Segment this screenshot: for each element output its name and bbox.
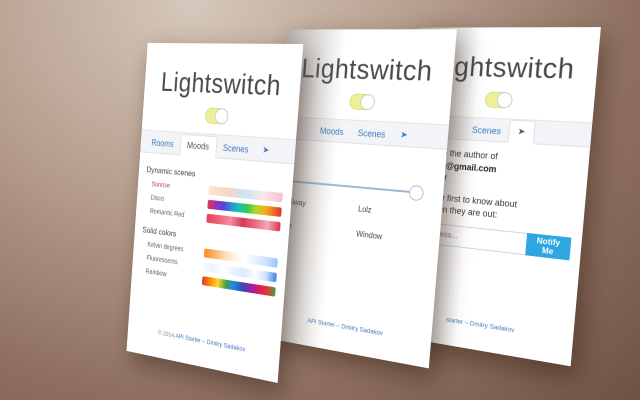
toggle-knob[interactable] xyxy=(214,107,229,125)
mood-label: Romantic Red xyxy=(149,208,185,219)
room-list: Hallway Lolz ...or Window xyxy=(280,197,432,247)
app-title: Lightswitch xyxy=(300,52,434,87)
tab-moods[interactable]: Moods xyxy=(179,133,218,159)
mood-label: Rainbow xyxy=(145,268,167,279)
footer: API Starter – Dmitry Sadakov xyxy=(265,310,431,345)
slider-track[interactable] xyxy=(283,179,414,194)
power-toggle[interactable] xyxy=(204,107,229,125)
mood-label: Kelvin degrees xyxy=(147,241,184,254)
room-item[interactable]: Lolz xyxy=(358,204,432,221)
mood-label: Disco xyxy=(150,194,165,203)
mood-label: Sunrise xyxy=(151,181,171,190)
paper-plane-icon[interactable]: ➤ xyxy=(255,139,277,162)
notify-button[interactable]: Notify Me xyxy=(525,232,572,261)
footer-link[interactable]: API Starter – Dmitry Sadakov xyxy=(175,333,245,354)
tab-rooms[interactable]: Rooms xyxy=(145,133,181,155)
moods-content: Dynamic scenes Sunrise Disco Romantic Re… xyxy=(131,152,294,311)
color-swatch[interactable] xyxy=(206,213,281,232)
brightness-slider[interactable] xyxy=(283,174,433,202)
room-item[interactable]: Window xyxy=(356,229,430,247)
power-toggle[interactable] xyxy=(348,93,376,111)
toggle-knob[interactable] xyxy=(496,91,514,109)
app-title: Lightswitch xyxy=(160,66,283,102)
footer-link[interactable]: starter – Dmitry Sadakov xyxy=(446,317,515,335)
room-item[interactable]: ...or xyxy=(280,221,347,238)
tab-scenes[interactable]: Scenes xyxy=(350,123,394,146)
power-toggle[interactable] xyxy=(484,91,514,109)
tab-scenes[interactable]: Scenes xyxy=(464,120,510,142)
mood-label: Fluorescents xyxy=(146,254,178,267)
room-item[interactable]: Hallway xyxy=(282,197,350,213)
tab-moods[interactable]: Moods xyxy=(312,121,351,143)
tab-scenes[interactable]: Scenes xyxy=(216,137,257,160)
footer-link[interactable]: API Starter – Dmitry Sadakov xyxy=(307,317,383,337)
slider-thumb[interactable] xyxy=(408,184,425,202)
footer: © 2014 API Starter – Dmitry Sadakov xyxy=(128,324,280,361)
color-swatch[interactable] xyxy=(208,185,283,203)
card-moods: Lightswitch Rooms Moods Scenes ➤ Dynamic… xyxy=(126,42,304,383)
paper-plane-icon[interactable]: ➤ xyxy=(507,119,536,145)
scene: Lightswitch Scenes ➤ dback to the author… xyxy=(0,0,640,400)
copyright: © 2014 xyxy=(157,329,175,340)
toggle-knob[interactable] xyxy=(359,93,376,111)
paper-plane-icon[interactable]: ➤ xyxy=(392,124,416,147)
rooms-content: Hallway Lolz ...or Window xyxy=(272,139,447,257)
